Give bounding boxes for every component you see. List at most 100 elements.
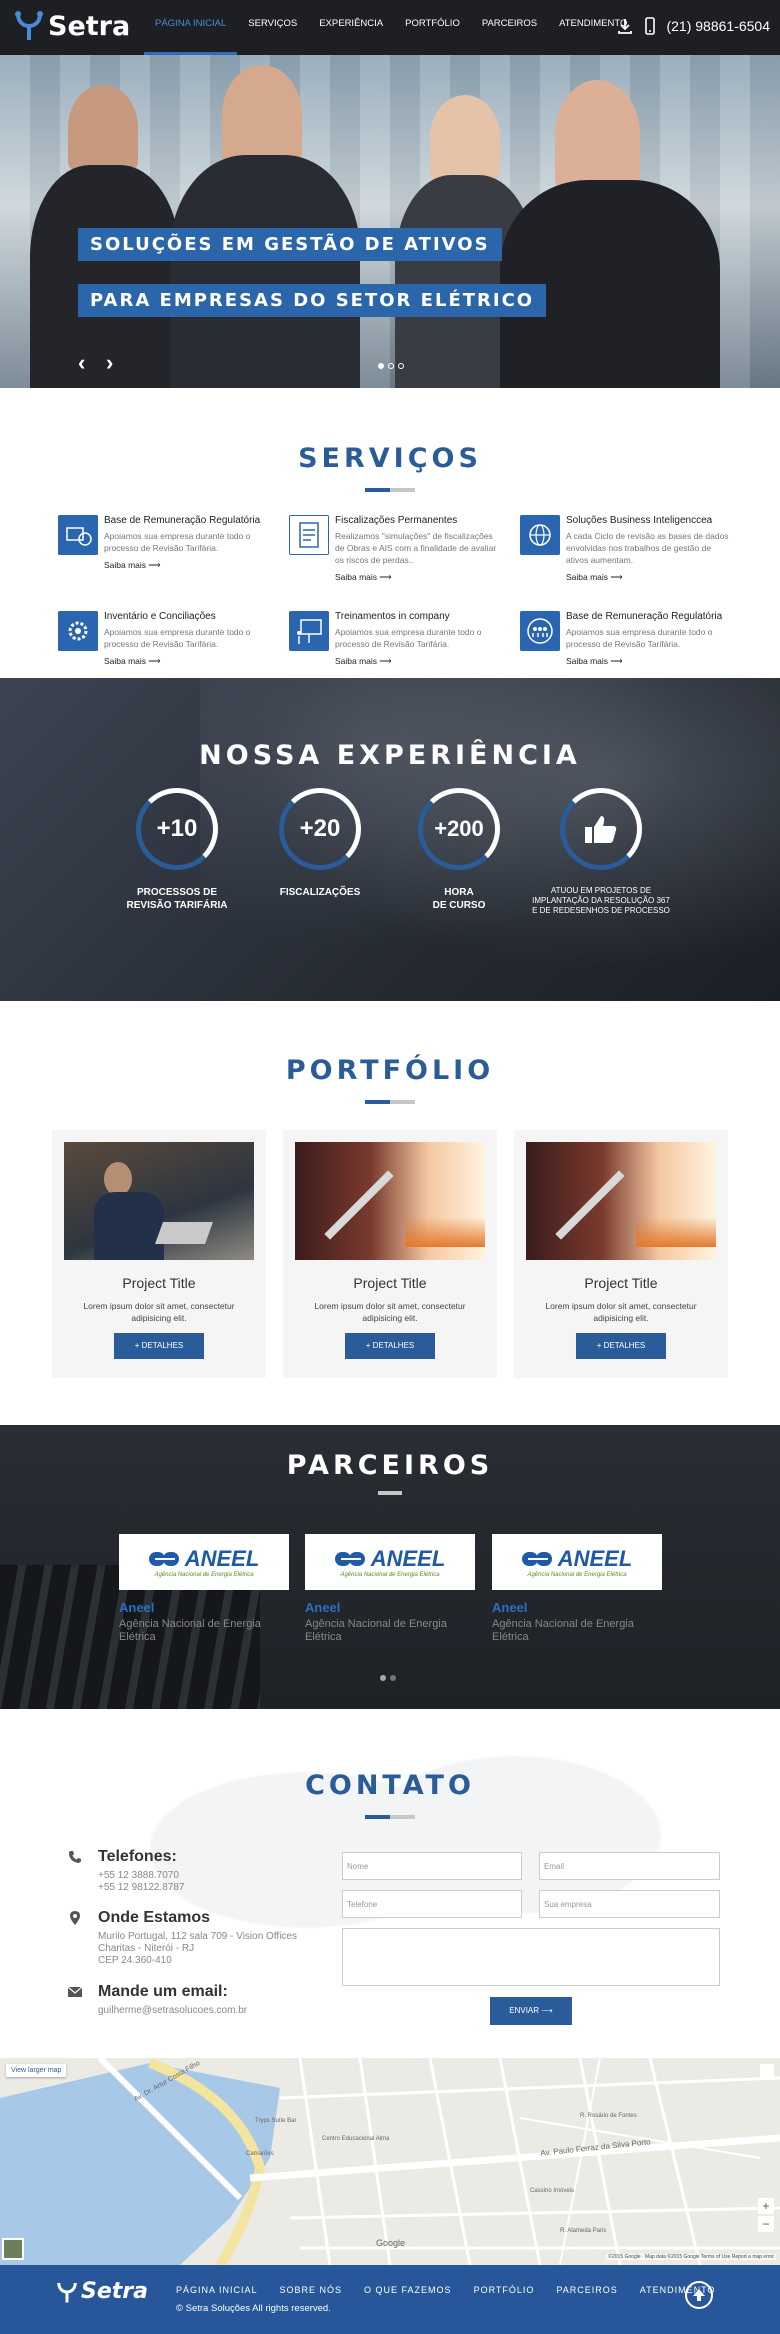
partner-logo-text: ANEEL [557, 1546, 633, 1571]
setra-logo-icon [15, 11, 43, 40]
google-map[interactable]: View larger map Av. Dr. Artur Costa Filh… [0, 2058, 780, 2265]
footer-nav-home[interactable]: PÁGINA INICIAL [176, 2285, 258, 2295]
send-button[interactable]: ENVIAR ⟶ [490, 1997, 572, 2025]
stat-label-4: ATUOU EM PROJETOS DE IMPLANTAÇÃO DA RESO… [532, 886, 670, 915]
phones-heading: Telefones: [98, 1848, 177, 1865]
service-more-link[interactable]: Saiba mais ⟶ [566, 656, 623, 667]
map-zoom-in-button[interactable]: + [758, 2198, 774, 2214]
service-card-6[interactable]: Base de Remuneração Regulatória Apoiamos… [520, 611, 730, 671]
money-icon [58, 515, 98, 555]
project-image-suit [94, 1192, 164, 1260]
partners-title-underline [378, 1491, 402, 1495]
partner-card-1[interactable]: ANEEL Agência Nacional de Energia Elétri… [119, 1534, 289, 1644]
nav-portfolio[interactable]: PORTFÓLIO [394, 0, 471, 55]
map-attribution[interactable]: ©2015 Google · Map data ©2015 Google Ter… [606, 2254, 776, 2260]
partner-logo-sub: Agência Nacional de Energia Elétrica [340, 1572, 440, 1578]
project-title: Project Title [353, 1275, 427, 1291]
name-field[interactable]: Nome [342, 1852, 522, 1880]
map-zoom-out-button[interactable]: − [758, 2216, 774, 2232]
partner-name: Aneel [305, 1600, 341, 1615]
service-card-3[interactable]: Soluções Business Inteligenccea A cada C… [520, 515, 730, 582]
portfolio-card-2[interactable]: Project Title Lorem ipsum dolor sit amet… [283, 1130, 497, 1378]
service-more-link[interactable]: Saiba mais ⟶ [335, 572, 392, 583]
main-nav: PÁGINA INICIAL SERVIÇOS EXPERIÊNCIA PORT… [144, 0, 638, 55]
service-card-5[interactable]: Treinamentos in company Apoiamos sua emp… [289, 611, 499, 671]
top-navbar: Setra PÁGINA INICIAL SERVIÇOS EXPERIÊNCI… [0, 0, 780, 55]
aneel-logo: ANEEL Agência Nacional de Energia Elétri… [119, 1534, 289, 1590]
phones-values: +55 12 3888.7070 +55 12 98122.8787 [98, 1870, 185, 1893]
presentation-icon [289, 611, 329, 651]
service-title: Treinamentos in company [335, 611, 450, 622]
portfolio-card-3[interactable]: Project Title Lorem ipsum dolor sit amet… [514, 1130, 728, 1378]
service-more-link[interactable]: Saiba mais ⟶ [566, 572, 623, 583]
map-larger-link[interactable]: View larger map [6, 2064, 67, 2077]
hero-dot-3[interactable] [398, 363, 404, 369]
map-label-store: Cassino Imóveis [530, 2188, 575, 2194]
hero-slide-dots [378, 363, 404, 369]
hero-next-arrow-icon[interactable]: › [106, 350, 113, 376]
services-title-underline [365, 488, 415, 492]
email-field[interactable]: Email [539, 1852, 720, 1880]
partners-section: PARCEIROS ANEEL Agência Nacional de Ener… [0, 1425, 780, 1709]
project-image-skyline [636, 1217, 716, 1247]
nav-services[interactable]: SERVIÇOS [237, 0, 308, 55]
footer-nav-partners[interactable]: PARCEIROS [556, 2285, 617, 2295]
service-desc: Apoiamos sua empresa durante todo o proc… [566, 627, 713, 649]
service-more-link[interactable]: Saiba mais ⟶ [104, 656, 161, 667]
hero-person-2-head [222, 65, 302, 165]
partner-logo-sub: Agência Nacional de Energia Elétrica [154, 1572, 254, 1578]
download-icon[interactable] [616, 17, 634, 35]
nav-home[interactable]: PÁGINA INICIAL [144, 0, 238, 55]
hero-dot-2[interactable] [388, 363, 394, 369]
map-label-camaroes: Camarões [246, 2151, 274, 2157]
scroll-to-top-button[interactable] [685, 2281, 713, 2309]
hero-prev-arrow-icon[interactable]: ‹ [78, 350, 85, 376]
nav-experience[interactable]: EXPERIÊNCIA [308, 0, 394, 55]
hero-dot-1[interactable] [378, 363, 384, 369]
footer-nav-what-we-do[interactable]: O QUE FAZEMOS [364, 2285, 452, 2295]
service-card-2[interactable]: Fiscalizações Permanentes Realizamos "si… [289, 515, 499, 582]
partner-desc: Agência Nacional de Energia Elétrica [119, 1618, 261, 1643]
partner-card-2[interactable]: ANEEL Agência Nacional de Energia Elétri… [305, 1534, 475, 1644]
details-button[interactable]: + DETALHES [576, 1333, 666, 1359]
details-button[interactable]: + DETALHES [114, 1333, 204, 1359]
footer-logo[interactable]: Setra [55, 2279, 148, 2304]
portfolio-title-underline [365, 1100, 415, 1104]
header-phone[interactable]: (21) 98861-6504 [666, 18, 770, 34]
pegman-icon[interactable] [760, 2064, 774, 2078]
footer-nav-about[interactable]: SOBRE NÓS [280, 2285, 343, 2295]
satellite-thumbnail[interactable] [2, 2238, 24, 2260]
partner-name: Aneel [119, 1600, 155, 1615]
service-card-4[interactable]: Inventário e Conciliações Apoiamos sua e… [58, 611, 268, 671]
footer-nav: PÁGINA INICIAL SOBRE NÓS O QUE FAZEMOS P… [176, 2285, 715, 2295]
service-card-1[interactable]: Base de Remuneração Regulatória Apoiamos… [58, 515, 268, 575]
experience-title: NOSSA EXPERIÊNCIA [199, 740, 581, 771]
company-field[interactable]: Sua empresa [539, 1890, 720, 1918]
partners-dot-1[interactable] [380, 1675, 386, 1681]
email-value[interactable]: guilherme@setrasolucoes.com.br [98, 2005, 247, 2017]
phone-field[interactable]: Telefone [342, 1890, 522, 1918]
phone-icon [645, 17, 656, 35]
service-more-link[interactable]: Saiba mais ⟶ [335, 656, 392, 667]
message-textarea[interactable] [342, 1928, 720, 1986]
project-image [526, 1142, 716, 1260]
service-more-link[interactable]: Saiba mais ⟶ [104, 560, 161, 571]
partner-card-3[interactable]: ANEEL Agência Nacional de Energia Elétri… [492, 1534, 662, 1644]
project-image-tablet [324, 1170, 394, 1240]
map-label-alameda: R. Alameda Paris [560, 2228, 607, 2234]
footer-brand: Setra [81, 2279, 148, 2304]
partners-dot-2[interactable] [390, 1675, 396, 1681]
portfolio-card-1[interactable]: Project Title Lorem ipsum dolor sit amet… [52, 1130, 266, 1378]
brand-logo[interactable]: Setra [14, 10, 130, 42]
contact-title-underline [365, 1815, 415, 1819]
hero-person-2-body [170, 155, 360, 388]
details-button[interactable]: + DETALHES [345, 1333, 435, 1359]
service-desc: Apoiamos sua empresa durante todo o proc… [104, 531, 251, 553]
footer-nav-portfolio[interactable]: PORTFÓLIO [474, 2285, 535, 2295]
gear-icon [58, 611, 98, 651]
nav-partners[interactable]: PARCEIROS [471, 0, 548, 55]
google-wordmark: Google [376, 2238, 406, 2248]
project-desc: Lorem ipsum dolor sit amet, consectetur … [545, 1301, 697, 1323]
map-canvas [0, 2058, 780, 2265]
thumbs-up-icon [585, 816, 617, 843]
